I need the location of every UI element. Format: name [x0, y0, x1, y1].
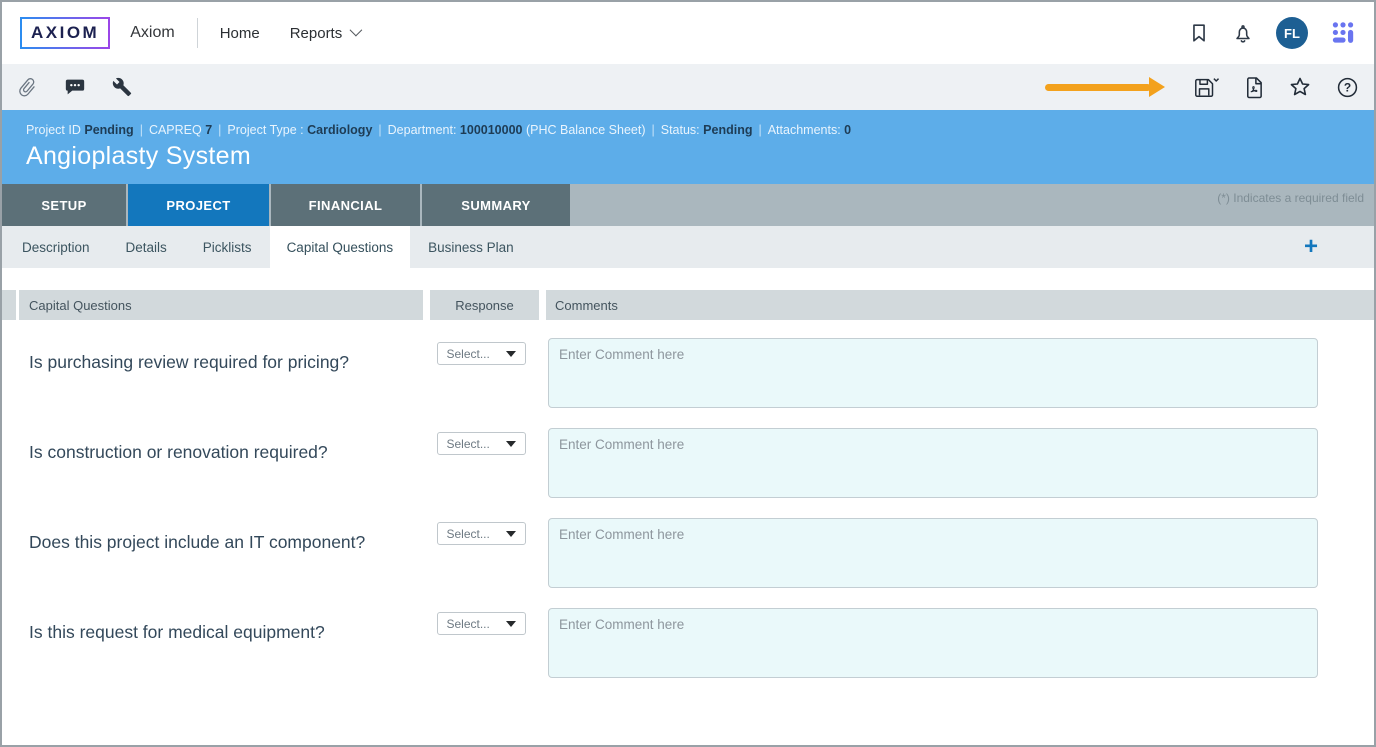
subtab-details[interactable]: Details	[108, 226, 185, 268]
question-row: Does this project include an IT componen…	[2, 518, 1374, 608]
tab-summary[interactable]: SUMMARY	[422, 184, 570, 226]
subtab-description[interactable]: Description	[4, 226, 108, 268]
subtab-picklists[interactable]: Picklists	[185, 226, 270, 268]
required-field-note: (*) Indicates a required field	[1217, 184, 1374, 226]
select-label: Select...	[447, 527, 490, 541]
wrench-icon	[112, 77, 132, 97]
callout-arrow	[1045, 77, 1165, 97]
nav-home-label: Home	[220, 25, 260, 42]
export-pdf-button[interactable]	[1243, 76, 1264, 99]
tab-setup[interactable]: SETUP	[2, 184, 126, 226]
paperclip-icon	[17, 77, 38, 98]
project-meta-line: Project ID Pending|CAPREQ 7|Project Type…	[26, 123, 1350, 137]
meta-label: Project Type :	[227, 123, 303, 137]
caret-down-icon	[506, 441, 516, 447]
tab-financial[interactable]: FINANCIAL	[271, 184, 420, 226]
add-tab-icon[interactable]: +	[1304, 230, 1318, 264]
select-label: Select...	[447, 347, 490, 361]
save-button[interactable]	[1193, 75, 1219, 99]
column-header-response: Response	[430, 290, 539, 320]
capital-questions-sheet: Capital Questions Response Comments Is p…	[2, 268, 1374, 745]
comment-input[interactable]	[548, 518, 1318, 588]
sub-tab-bar: Description Details Picklists Capital Qu…	[2, 226, 1374, 268]
tab-project[interactable]: PROJECT	[128, 184, 269, 226]
callout-arrow-head	[1149, 77, 1165, 97]
chat-bubble-icon	[64, 76, 86, 98]
app-window: AXIOM Axiom Home Reports	[0, 0, 1376, 747]
question-text: Does this project include an IT componen…	[2, 518, 423, 608]
row-selector-header	[2, 290, 16, 320]
chevron-down-icon	[350, 23, 363, 36]
project-banner: Project ID Pending|CAPREQ 7|Project Type…	[2, 110, 1374, 184]
meta-value: 100010000	[460, 123, 523, 137]
column-header-capital-questions: Capital Questions	[19, 290, 423, 320]
response-select[interactable]: Select...	[437, 612, 526, 635]
meta-label: Department:	[388, 123, 457, 137]
brand-name: Axiom	[130, 24, 174, 42]
question-row: Is construction or renovation required? …	[2, 428, 1374, 518]
meta-suffix: (PHC Balance Sheet)	[526, 123, 646, 137]
meta-label: Project ID	[26, 123, 81, 137]
report-toolbar: ?	[2, 64, 1374, 110]
apps-menu-button[interactable]	[1330, 20, 1356, 46]
select-label: Select...	[447, 437, 490, 451]
meta-value: 7	[205, 123, 212, 137]
help-button[interactable]: ?	[1336, 76, 1359, 99]
meta-value: 0	[844, 123, 851, 137]
meta-value: Pending	[703, 123, 752, 137]
pdf-file-icon	[1243, 76, 1264, 99]
subtab-business-plan[interactable]: Business Plan	[410, 226, 532, 268]
meta-value: Cardiology	[307, 123, 372, 137]
top-navigation-bar: AXIOM Axiom Home Reports	[2, 2, 1374, 64]
main-tab-bar: SETUP PROJECT FINANCIAL SUMMARY (*) Indi…	[2, 184, 1374, 226]
question-row: Is this request for medical equipment? S…	[2, 608, 1374, 698]
callout-arrow-body	[1045, 84, 1151, 91]
nav-reports-label: Reports	[290, 25, 343, 42]
favorite-button[interactable]	[1288, 75, 1312, 99]
help-icon: ?	[1336, 76, 1359, 99]
comment-input[interactable]	[548, 338, 1318, 408]
bookmark-icon	[1188, 22, 1210, 44]
response-select[interactable]: Select...	[437, 342, 526, 365]
column-header-comments: Comments	[546, 290, 1374, 320]
select-label: Select...	[447, 617, 490, 631]
question-text: Is construction or renovation required?	[2, 428, 423, 518]
response-select[interactable]: Select...	[437, 522, 526, 545]
save-icon	[1193, 75, 1219, 99]
user-avatar[interactable]: FL	[1276, 17, 1308, 49]
meta-label: Status:	[661, 123, 700, 137]
meta-label: CAPREQ	[149, 123, 202, 137]
caret-down-icon	[506, 531, 516, 537]
notifications-button[interactable]	[1232, 22, 1254, 44]
comment-input[interactable]	[548, 428, 1318, 498]
tools-button[interactable]	[112, 77, 132, 97]
subtab-capital-questions[interactable]: Capital Questions	[270, 226, 411, 268]
caret-down-icon	[506, 351, 516, 357]
comment-input[interactable]	[548, 608, 1318, 678]
axiom-logo[interactable]: AXIOM	[20, 17, 110, 49]
bookmark-button[interactable]	[1188, 22, 1210, 44]
grid-header-row: Capital Questions Response Comments	[2, 290, 1374, 320]
comments-button[interactable]	[64, 76, 86, 98]
star-icon	[1288, 75, 1312, 99]
question-text: Is this request for medical equipment?	[2, 608, 423, 698]
nav-divider	[197, 18, 198, 48]
svg-text:?: ?	[1344, 80, 1351, 94]
nav-item-home[interactable]: Home	[220, 25, 260, 42]
apps-grid-icon	[1330, 20, 1356, 46]
question-row: Is purchasing review required for pricin…	[2, 338, 1374, 428]
caret-down-icon	[506, 621, 516, 627]
response-select[interactable]: Select...	[437, 432, 526, 455]
page-title: Angioplasty System	[26, 142, 1350, 171]
meta-label: Attachments:	[768, 123, 841, 137]
nav-item-reports[interactable]: Reports	[290, 25, 360, 42]
question-text: Is purchasing review required for pricin…	[2, 338, 423, 428]
meta-value: Pending	[84, 123, 133, 137]
attachments-button[interactable]	[17, 77, 38, 98]
bell-icon	[1232, 22, 1254, 44]
